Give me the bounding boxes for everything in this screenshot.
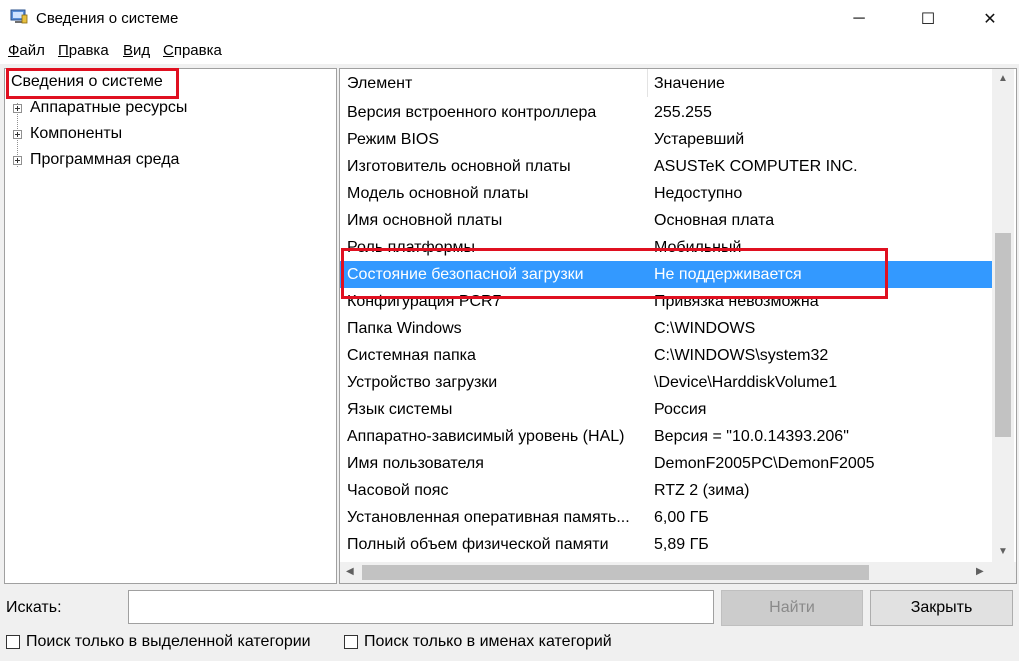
table-row[interactable]: Полный объем физической памяти 5,89 ГБ xyxy=(340,531,992,558)
table-row[interactable]: Папка Windows C:\WINDOWS xyxy=(340,315,992,342)
cell-value: Россия xyxy=(654,401,707,418)
tree-item-hardware[interactable]: Аппаратные ресурсы xyxy=(13,99,187,117)
cell-item: Часовой пояс xyxy=(347,482,449,499)
annotation-box-secure-boot xyxy=(341,248,888,299)
menu-bar: Файл Правка Вид Справка xyxy=(0,38,1019,64)
cell-item: Системная папка xyxy=(347,347,476,364)
menu-view[interactable]: Вид xyxy=(123,42,150,59)
checkbox-selected-category[interactable]: Поиск только в выделенной категории xyxy=(6,633,311,651)
horizontal-scroll-thumb[interactable] xyxy=(362,565,869,580)
table-row[interactable]: Аппаратно-зависимый уровень (HAL) Версия … xyxy=(340,423,992,450)
close-button[interactable]: Закрыть xyxy=(870,590,1013,626)
table-row[interactable]: Режим BIOS Устаревший xyxy=(340,126,992,153)
close-window-button[interactable]: ✕ xyxy=(967,0,1013,38)
menu-file[interactable]: Файл xyxy=(8,42,45,59)
column-separator[interactable] xyxy=(647,69,648,97)
table-row[interactable]: Имя пользователя DemonF2005PC\DemonF2005 xyxy=(340,450,992,477)
cell-value: Недоступно xyxy=(654,185,743,202)
cell-item: Аппаратно-зависимый уровень (HAL) xyxy=(347,428,625,445)
minimize-button[interactable]: ─ xyxy=(836,0,882,38)
cell-item: Имя пользователя xyxy=(347,455,484,472)
cell-value: 255.255 xyxy=(654,104,712,121)
tree-item-label: Аппаратные ресурсы xyxy=(30,99,188,116)
cell-item: Установленная оперативная память... xyxy=(347,509,630,526)
arrow-left-icon[interactable]: ◀ xyxy=(346,566,354,577)
checkbox-label: Поиск только в выделенной категории xyxy=(26,633,311,650)
cell-value: Версия = "10.0.14393.206" xyxy=(654,428,849,445)
menu-help[interactable]: Справка xyxy=(163,42,222,59)
tree-item-label: Программная среда xyxy=(30,151,180,168)
table-row[interactable]: Системная папка C:\WINDOWS\system32 xyxy=(340,342,992,369)
arrow-right-icon[interactable]: ▶ xyxy=(976,566,984,577)
cell-item: Изготовитель основной платы xyxy=(347,158,571,175)
cell-value: Устаревший xyxy=(654,131,745,148)
details-list[interactable]: Элемент Значение Версия встроенного конт… xyxy=(339,68,1017,584)
column-header-value[interactable]: Значение xyxy=(654,69,725,99)
vertical-scrollbar[interactable]: ▲ ▼ xyxy=(992,69,1014,562)
system-info-icon xyxy=(10,9,28,24)
cell-item: Имя основной платы xyxy=(347,212,503,229)
title-bar[interactable]: Сведения о системе ─ ☐ ✕ xyxy=(0,0,1019,38)
column-header-item[interactable]: Элемент xyxy=(347,69,412,99)
annotation-box-root xyxy=(6,68,179,99)
cell-value: DemonF2005PC\DemonF2005 xyxy=(654,455,875,472)
cell-value: ASUSTeK COMPUTER INC. xyxy=(654,158,858,175)
table-row[interactable]: Язык системы Россия xyxy=(340,396,992,423)
table-row[interactable]: Часовой пояс RTZ 2 (зима) xyxy=(340,477,992,504)
category-tree[interactable]: Сведения о системе Аппаратные ресурсы Ко… xyxy=(4,68,337,584)
table-row[interactable]: Имя основной платы Основная плата xyxy=(340,207,992,234)
search-label: Искать: xyxy=(6,599,62,616)
tree-item-components[interactable]: Компоненты xyxy=(13,125,122,143)
maximize-button[interactable]: ☐ xyxy=(905,0,951,38)
table-row[interactable]: Устройство загрузки \Device\HarddiskVolum… xyxy=(340,369,992,396)
tree-item-software[interactable]: Программная среда xyxy=(13,151,179,169)
tree-item-label: Компоненты xyxy=(30,125,123,142)
cell-item: Папка Windows xyxy=(347,320,462,337)
horizontal-scrollbar[interactable]: ◀ ▶ xyxy=(340,562,992,583)
table-row[interactable]: Изготовитель основной платы ASUSTeK COMPU… xyxy=(340,153,992,180)
cell-value: \Device\HarddiskVolume1 xyxy=(654,374,838,391)
scroll-corner xyxy=(992,562,1016,583)
table-row[interactable]: Версия встроенного контроллера 255.255 xyxy=(340,99,992,126)
table-row[interactable]: Установленная оперативная память... 6,00 … xyxy=(340,504,992,531)
table-row[interactable]: Модель основной платы Недоступно xyxy=(340,180,992,207)
cell-item: Режим BIOS xyxy=(347,131,440,148)
window-title: Сведения о системе xyxy=(36,10,179,27)
cell-item: Полный объем физической памяти xyxy=(347,536,609,553)
menu-edit[interactable]: Правка xyxy=(58,42,109,59)
arrow-down-icon[interactable]: ▼ xyxy=(998,546,1008,557)
checkbox-label: Поиск только в именах категорий xyxy=(364,633,612,650)
search-input[interactable] xyxy=(128,590,714,624)
cell-value: C:\WINDOWS xyxy=(654,320,756,337)
arrow-up-icon[interactable]: ▲ xyxy=(998,73,1008,84)
plus-box-icon[interactable] xyxy=(13,129,22,139)
vertical-scroll-thumb[interactable] xyxy=(995,233,1011,437)
cell-item: Язык системы xyxy=(347,401,453,418)
cell-item: Модель основной платы xyxy=(347,185,529,202)
cell-value: Основная плата xyxy=(654,212,775,229)
checkbox-category-names[interactable]: Поиск только в именах категорий xyxy=(344,633,612,651)
plus-box-icon[interactable] xyxy=(13,155,22,165)
cell-value: 6,00 ГБ xyxy=(654,509,709,526)
cell-item: Устройство загрузки xyxy=(347,374,498,391)
checkbox-box[interactable] xyxy=(6,635,20,649)
cell-value: RTZ 2 (зима) xyxy=(654,482,750,499)
plus-box-icon[interactable] xyxy=(13,103,22,113)
cell-value: 5,89 ГБ xyxy=(654,536,709,553)
table-rows: Версия встроенного контроллера 255.255 Реж… xyxy=(340,99,992,558)
cell-item: Версия встроенного контроллера xyxy=(347,104,597,121)
cell-value: C:\WINDOWS\system32 xyxy=(654,347,829,364)
checkbox-box[interactable] xyxy=(344,635,358,649)
find-button[interactable]: Найти xyxy=(721,590,863,626)
